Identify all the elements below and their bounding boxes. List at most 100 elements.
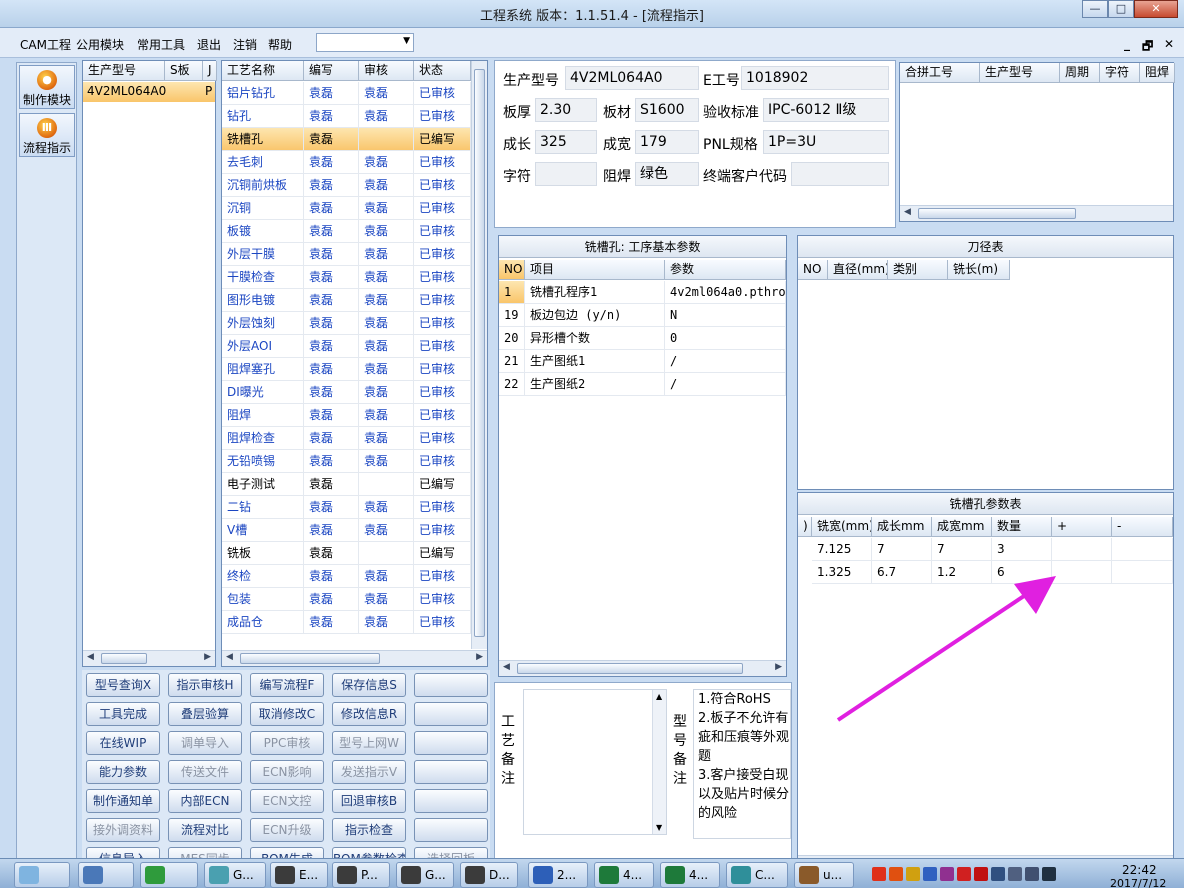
model-row[interactable]: 4V2ML064A0 P: [83, 82, 215, 102]
table-row[interactable]: 无铅喷锡 袁磊 袁磊 已审核: [222, 450, 471, 473]
scroll-left-icon[interactable]: ◀: [904, 207, 911, 217]
table-cell[interactable]: [1052, 561, 1112, 584]
action-button[interactable]: 回退审核B: [332, 789, 406, 813]
length-field[interactable]: 325: [535, 130, 597, 154]
table-row[interactable]: 二钻 袁磊 袁磊 已审核: [222, 496, 471, 519]
scroll-up-icon[interactable]: ▲: [656, 692, 662, 701]
table-row[interactable]: 成品仓 袁磊 袁磊 已审核: [222, 611, 471, 634]
table-row[interactable]: 20 异形槽个数 0: [499, 327, 786, 350]
red-app-icon[interactable]: [974, 867, 988, 881]
action-button[interactable]: 叠层验算: [168, 702, 242, 726]
action-button[interactable]: 制作通知单: [86, 789, 160, 813]
action-button[interactable]: [414, 818, 488, 842]
action-button[interactable]: 编写流程F: [250, 673, 324, 697]
action-button[interactable]: [414, 702, 488, 726]
cross-icon[interactable]: [940, 867, 954, 881]
column-header-merge-model[interactable]: 生产型号: [980, 63, 1060, 83]
table-row[interactable]: 包装 袁磊 袁磊 已审核: [222, 588, 471, 611]
standard-field[interactable]: IPC-6012 Ⅱ级: [763, 98, 889, 122]
sidebar-item-flow-instruction[interactable]: Ⅲ 流程指示: [19, 113, 75, 157]
column-header-status[interactable]: 状态: [414, 61, 471, 81]
column-header-quantity[interactable]: 数量: [992, 517, 1052, 537]
column-header-finish-length[interactable]: 成长mm: [872, 517, 932, 537]
table-row[interactable]: 7.125 7 7 3: [798, 538, 1173, 561]
table-row[interactable]: 阻焊检查 袁磊 袁磊 已审核: [222, 427, 471, 450]
table-row[interactable]: 外层蚀刻 袁磊 袁磊 已审核: [222, 312, 471, 335]
column-header-item[interactable]: 项目: [525, 260, 665, 280]
column-header-tool-no[interactable]: NO: [798, 260, 828, 280]
action-button[interactable]: ECN升级: [250, 818, 324, 842]
taskbar-item[interactable]: [78, 862, 134, 888]
customer-field[interactable]: [791, 162, 889, 186]
column-header-mill-length[interactable]: 铣长(m): [948, 260, 1010, 280]
menu-common-tools[interactable]: 常用工具: [137, 36, 185, 53]
scroll-left-icon[interactable]: ◀: [503, 662, 510, 672]
table-row[interactable]: 沉铜前烘板 袁磊 袁磊 已审核: [222, 174, 471, 197]
taskbar-item[interactable]: E...: [270, 862, 328, 888]
column-header-model[interactable]: 生产型号: [83, 61, 165, 81]
table-row[interactable]: 电子测试 袁磊 已编写: [222, 473, 471, 496]
taskbar-item[interactable]: 4...: [660, 862, 720, 888]
table-row[interactable]: 21 生产图纸1/: [499, 350, 786, 373]
action-button[interactable]: [414, 760, 488, 784]
table-row[interactable]: 外层干膜 袁磊 袁磊 已审核: [222, 243, 471, 266]
action-button[interactable]: 能力参数: [86, 760, 160, 784]
action-button[interactable]: PPC审核: [250, 731, 324, 755]
table-row[interactable]: 铝片钻孔 袁磊 袁磊 已审核: [222, 82, 471, 105]
column-header-s-board[interactable]: S板: [165, 61, 203, 81]
action-button[interactable]: 指示审核H: [168, 673, 242, 697]
table-row[interactable]: 阻焊塞孔 袁磊 袁磊 已审核: [222, 358, 471, 381]
table-cell[interactable]: [1052, 538, 1112, 561]
lock-icon[interactable]: [957, 867, 971, 881]
sidebar-item-production-module[interactable]: ● 制作模块: [19, 65, 75, 109]
menu-common-module[interactable]: 公用模块: [76, 36, 124, 53]
action-button[interactable]: 接外调资料: [86, 818, 160, 842]
taskbar-item[interactable]: [14, 862, 70, 888]
column-header-remove[interactable]: -: [1112, 517, 1173, 537]
taskbar-item[interactable]: 4...: [594, 862, 654, 888]
column-header-no[interactable]: NO: [499, 260, 525, 280]
column-header-reviewer[interactable]: 审核: [359, 61, 414, 81]
taskbar-item[interactable]: [140, 862, 198, 888]
column-header-add[interactable]: +: [1052, 517, 1112, 537]
action-button[interactable]: [414, 789, 488, 813]
model-list-hscrollbar[interactable]: ◀ ▶: [83, 650, 215, 666]
taskbar-item[interactable]: 2...: [528, 862, 588, 888]
remark-vscrollbar[interactable]: ▲ ▼: [652, 690, 666, 834]
action-button[interactable]: 型号上网W: [332, 731, 406, 755]
table-row[interactable]: 22 生产图纸2/: [499, 373, 786, 396]
action-button[interactable]: ECN影响: [250, 760, 324, 784]
action-button[interactable]: ECN文控: [250, 789, 324, 813]
display-icon[interactable]: [1025, 867, 1039, 881]
action-button[interactable]: 修改信息R: [332, 702, 406, 726]
model-remark-textarea[interactable]: 1.符合RoHS 2.板子不允许有 疵和压痕等外观题 3.客户接受白现 以及贴片时候分的…: [693, 689, 791, 839]
scroll-right-icon[interactable]: ▶: [775, 662, 782, 672]
table-row[interactable]: 沉铜 袁磊 袁磊 已审核: [222, 197, 471, 220]
scroll-right-icon[interactable]: ▶: [476, 652, 483, 662]
network-app-icon[interactable]: [906, 867, 920, 881]
mdi-minimize-button[interactable]: _: [1124, 37, 1130, 51]
action-button[interactable]: [414, 673, 488, 697]
action-button[interactable]: 在线WIP: [86, 731, 160, 755]
column-header-type[interactable]: 类别: [888, 260, 948, 280]
column-header-process-name[interactable]: 工艺名称: [222, 61, 304, 81]
table-row[interactable]: 板镀 袁磊 袁磊 已审核: [222, 220, 471, 243]
action-button[interactable]: 型号查询X: [86, 673, 160, 697]
column-header-writer[interactable]: 编写: [304, 61, 359, 81]
action-button[interactable]: 取消修改C: [250, 702, 324, 726]
merge-table-hscrollbar[interactable]: ◀: [900, 205, 1173, 221]
flag-tray-icon[interactable]: [1008, 867, 1022, 881]
process-table-hscrollbar[interactable]: ◀ ▶: [222, 650, 487, 666]
action-button[interactable]: 内部ECN: [168, 789, 242, 813]
column-header-value[interactable]: 参数: [665, 260, 786, 280]
params-hscrollbar[interactable]: ◀ ▶: [499, 660, 786, 676]
table-row[interactable]: 图形电镀 袁磊 袁磊 已审核: [222, 289, 471, 312]
action-button[interactable]: 指示检查: [332, 818, 406, 842]
mdi-close-button[interactable]: ✕: [1164, 37, 1174, 51]
width-field[interactable]: 179: [635, 130, 699, 154]
taskbar-item[interactable]: C...: [726, 862, 788, 888]
pnl-field[interactable]: 1P=3U: [763, 130, 889, 154]
column-header-period[interactable]: 周期: [1060, 63, 1100, 83]
table-row[interactable]: 阻焊 袁磊 袁磊 已审核: [222, 404, 471, 427]
flag-icon[interactable]: [889, 867, 903, 881]
